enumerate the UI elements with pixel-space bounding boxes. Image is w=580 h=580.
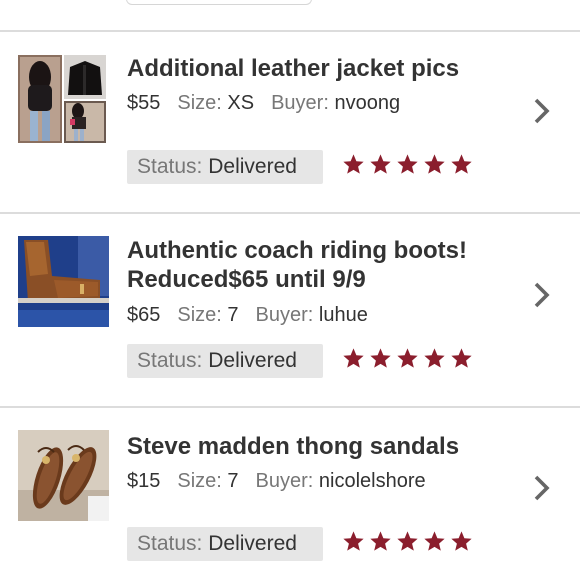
star-icon — [342, 153, 365, 175]
sale-list-item[interactable]: Authentic coach riding boots! Reduced$65… — [0, 214, 580, 406]
star-icon — [396, 530, 419, 552]
item-price: $15 — [127, 470, 161, 492]
size-label: Size: — [177, 92, 222, 114]
sale-list-item[interactable]: Steve madden thong sandals $15 Size: 7 Buy… — [0, 408, 580, 580]
status-badge: Status: Delivered — [127, 150, 323, 184]
rating-stars — [342, 347, 477, 371]
buyer-label: Buyer: — [255, 470, 314, 492]
item-buyer: luhue — [318, 304, 368, 326]
size-label: Size: — [177, 304, 222, 326]
size-label: Size: — [177, 470, 222, 492]
chevron-right-icon[interactable] — [532, 97, 552, 125]
status-value: Delivered — [208, 155, 297, 178]
status-label: Status: — [137, 532, 203, 555]
star-icon — [369, 530, 392, 552]
star-icon — [369, 153, 392, 175]
star-icon — [450, 530, 473, 552]
star-icon — [450, 347, 473, 369]
star-icon — [423, 347, 446, 369]
star-icon — [423, 530, 446, 552]
item-meta: $55 Size: XS Buyer: nvoong — [127, 92, 400, 115]
sale-list-item[interactable]: Additional leather jacket pics $55 Size: … — [0, 32, 580, 212]
rating-stars — [342, 530, 477, 554]
buyer-label: Buyer: — [255, 304, 314, 326]
rating-stars — [342, 153, 477, 177]
star-icon — [342, 530, 365, 552]
item-title[interactable]: Additional leather jacket pics — [127, 54, 527, 83]
item-thumbnail — [18, 55, 106, 143]
status-label: Status: — [137, 349, 203, 372]
item-price: $65 — [127, 304, 161, 326]
star-icon — [369, 347, 392, 369]
item-size: 7 — [227, 304, 239, 326]
item-buyer: nvoong — [334, 92, 401, 114]
star-icon — [396, 347, 419, 369]
status-value: Delivered — [208, 349, 297, 372]
item-price: $55 — [127, 92, 161, 114]
previous-item-status-stub — [126, 0, 312, 5]
chevron-right-icon[interactable] — [532, 281, 552, 309]
item-title[interactable]: Authentic coach riding boots! Reduced$65… — [127, 236, 527, 294]
item-meta: $15 Size: 7 Buyer: nicolelshore — [127, 470, 426, 493]
chevron-right-icon[interactable] — [532, 474, 552, 502]
status-label: Status: — [137, 155, 203, 178]
item-thumbnail — [18, 430, 109, 521]
item-meta: $65 Size: 7 Buyer: luhue — [127, 304, 368, 327]
star-icon — [450, 153, 473, 175]
star-icon — [423, 153, 446, 175]
item-size: 7 — [227, 470, 239, 492]
item-title[interactable]: Steve madden thong sandals — [127, 432, 527, 461]
item-size: XS — [227, 92, 255, 114]
star-icon — [396, 153, 419, 175]
star-icon — [342, 347, 365, 369]
status-value: Delivered — [208, 532, 297, 555]
item-thumbnail — [18, 236, 109, 327]
status-badge: Status: Delivered — [127, 527, 323, 561]
status-badge: Status: Delivered — [127, 344, 323, 378]
item-buyer: nicolelshore — [318, 470, 426, 492]
buyer-label: Buyer: — [271, 92, 329, 114]
